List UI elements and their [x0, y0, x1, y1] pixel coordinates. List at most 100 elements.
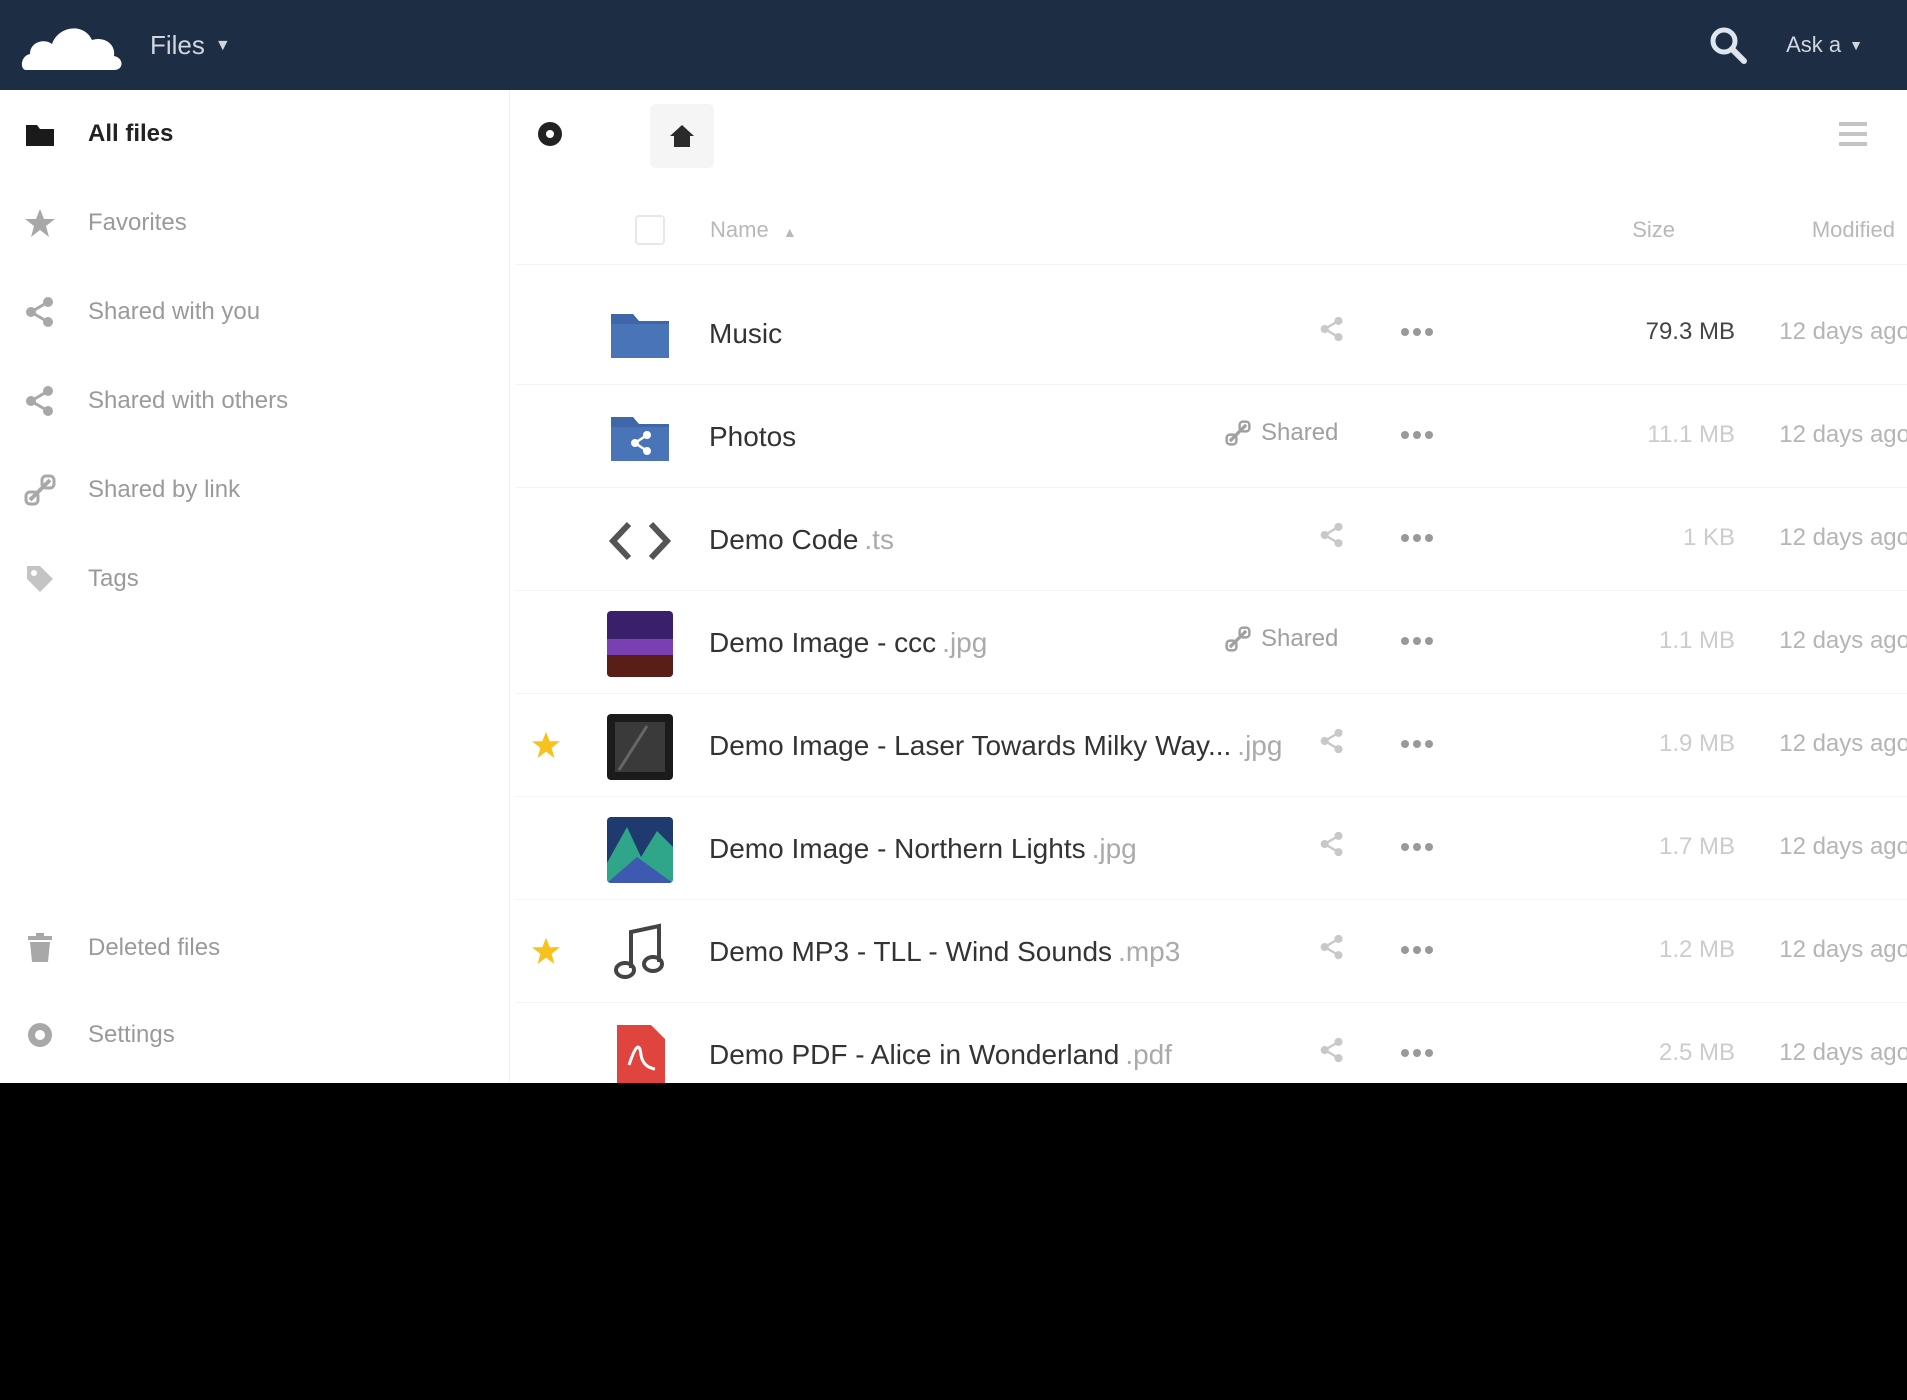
- sidebar-item-label: Shared with others: [88, 387, 289, 414]
- more-actions-icon[interactable]: [1397, 726, 1437, 762]
- file-extension: .ts: [864, 524, 894, 555]
- gear-icon[interactable]: [534, 118, 566, 150]
- file-row[interactable]: Demo Code .ts 1 KB 12 days ago: [515, 488, 1907, 591]
- sidebar-item-tags[interactable]: Tags: [0, 549, 510, 609]
- sidebar-item-shared-by-link[interactable]: Shared by link: [0, 460, 510, 520]
- sidebar-item-all-files[interactable]: All files: [0, 104, 510, 164]
- file-name[interactable]: Demo Image - Laser Towards Milky Way....…: [709, 730, 1282, 762]
- link-icon: [1225, 420, 1251, 446]
- file-row[interactable]: Demo Image - Northern Lights .jpg 1.7 MB 12…: [515, 797, 1907, 900]
- sidebar-item-shared-with-others[interactable]: Shared with others: [0, 371, 510, 431]
- sidebar-item-label: Deleted files: [88, 934, 221, 961]
- app-menu-button[interactable]: Files ▼: [150, 30, 231, 61]
- sidebar-item-label: Shared by link: [88, 476, 241, 503]
- search-icon[interactable]: [1707, 24, 1749, 66]
- sidebar-item-label: Shared with you: [88, 298, 261, 325]
- file-name[interactable]: Demo Image - ccc .jpg: [709, 627, 987, 659]
- sidebar-item-shared-with-you[interactable]: Shared with you: [0, 282, 510, 342]
- file-modified: 12 days ago: [1779, 524, 1907, 551]
- star-icon: [24, 207, 56, 239]
- more-actions-icon[interactable]: [1397, 520, 1437, 556]
- image-dark-thumbnail-icon: [607, 714, 673, 780]
- name-column-header[interactable]: Name ▲: [710, 217, 797, 243]
- sidebar-item-deleted-files[interactable]: Deleted files: [0, 918, 510, 978]
- file-name-text: Photos: [709, 421, 797, 452]
- folder-thumbnail-icon: [607, 302, 673, 368]
- file-name-text: Demo MP3 - TLL - Wind Sounds: [709, 936, 1113, 967]
- image-purple-thumbnail-icon: [607, 611, 673, 677]
- share-icon[interactable]: [1319, 831, 1345, 857]
- share-icon: [24, 385, 56, 417]
- share-icon[interactable]: [1319, 1037, 1345, 1063]
- app-menu-label: Files: [150, 30, 205, 60]
- file-row[interactable]: Demo Image - Laser Towards Milky Way....…: [515, 694, 1907, 797]
- file-row[interactable]: Demo Image - ccc .jpg Shared 1.1 MB 12 days …: [515, 591, 1907, 694]
- files-app: Files ▼ Ask a ▼ All files Favorites Shar…: [0, 0, 1907, 1083]
- file-name-text: Demo Image - Northern Lights: [709, 833, 1086, 864]
- select-all-checkbox[interactable]: [635, 215, 665, 245]
- pdf-thumbnail-icon: [607, 1023, 673, 1083]
- navigation-sidebar: All files Favorites Shared with you Shar…: [0, 90, 510, 1083]
- code-thumbnail-icon: [607, 508, 673, 574]
- audio-thumbnail-icon: [607, 920, 673, 986]
- more-actions-icon[interactable]: [1397, 1035, 1437, 1071]
- file-modified: 12 days ago: [1779, 421, 1907, 448]
- favorite-star-icon[interactable]: [531, 730, 561, 760]
- more-actions-icon[interactable]: [1397, 314, 1437, 350]
- file-name[interactable]: Demo PDF - Alice in Wonderland .pdf: [709, 1039, 1172, 1071]
- file-modified: 12 days ago: [1779, 318, 1907, 345]
- share-icon: [24, 296, 56, 328]
- file-list-header: Name ▲ Size Modified: [515, 195, 1907, 265]
- folder-icon: [24, 118, 56, 150]
- file-name[interactable]: Demo Image - Northern Lights .jpg: [709, 833, 1137, 865]
- link-icon: [1225, 626, 1251, 652]
- file-row[interactable]: Demo PDF - Alice in Wonderland .pdf 2.5 MB…: [515, 1003, 1907, 1083]
- share-button[interactable]: Shared: [1225, 625, 1338, 653]
- user-menu-button[interactable]: Ask a ▼: [1786, 32, 1863, 58]
- more-actions-icon[interactable]: [1397, 829, 1437, 865]
- top-header-bar: Files ▼ Ask a ▼: [0, 0, 1907, 90]
- file-name[interactable]: Music: [709, 318, 788, 350]
- file-row[interactable]: Photos Shared 11.1 MB 12 days ago: [515, 385, 1907, 488]
- file-name[interactable]: Demo Code .ts: [709, 524, 894, 556]
- size-column-header[interactable]: Size: [1535, 217, 1675, 243]
- share-icon[interactable]: [1319, 316, 1345, 342]
- file-extension: .jpg: [942, 627, 988, 658]
- file-row[interactable]: Music 79.3 MB 12 days ago: [515, 282, 1907, 385]
- sidebar-item-settings[interactable]: Settings: [0, 1005, 510, 1065]
- share-button[interactable]: Shared: [1225, 419, 1338, 447]
- file-name-text: Demo PDF - Alice in Wonderland: [709, 1039, 1120, 1070]
- share-icon[interactable]: [1319, 522, 1345, 548]
- share-status-label: Shared: [1261, 419, 1339, 446]
- more-actions-icon[interactable]: [1397, 623, 1437, 659]
- grid-view-toggle-icon[interactable]: [1835, 116, 1871, 152]
- file-name[interactable]: Photos: [709, 421, 802, 453]
- file-row[interactable]: Demo MP3 - TLL - Wind Sounds .mp3 1.2 MB 12…: [515, 900, 1907, 1003]
- tag-icon: [24, 563, 56, 595]
- breadcrumb-home-button[interactable]: [650, 104, 714, 168]
- file-name-text: Demo Code: [709, 524, 859, 555]
- modified-column-header[interactable]: Modified: [1675, 217, 1895, 243]
- name-column-label: Name: [710, 217, 769, 242]
- cloud-logo-icon[interactable]: [18, 12, 128, 78]
- chevron-down-icon: ▼: [1849, 37, 1863, 53]
- more-actions-icon[interactable]: [1397, 932, 1437, 968]
- trash-icon: [24, 932, 56, 964]
- file-name-text: Demo Image - Laser Towards Milky Way...: [709, 730, 1232, 761]
- file-name-text: Music: [709, 318, 783, 349]
- user-menu-label: Ask a: [1786, 32, 1842, 57]
- share-icon[interactable]: [1319, 728, 1345, 754]
- home-icon: [668, 122, 696, 150]
- folder-shared-thumbnail-icon: [607, 405, 673, 471]
- favorite-star-icon[interactable]: [531, 936, 561, 966]
- sidebar-item-label: Tags: [88, 565, 139, 592]
- chevron-down-icon: ▼: [214, 36, 231, 54]
- file-name[interactable]: Demo MP3 - TLL - Wind Sounds .mp3: [709, 936, 1180, 968]
- more-actions-icon[interactable]: [1397, 417, 1437, 453]
- file-extension: .mp3: [1118, 936, 1181, 967]
- file-extension: .jpg: [1091, 833, 1137, 864]
- sidebar-item-favorites[interactable]: Favorites: [0, 193, 510, 253]
- sort-chevron-icon: ▲: [782, 224, 797, 240]
- sidebar-item-label: Favorites: [88, 209, 187, 236]
- share-icon[interactable]: [1319, 934, 1345, 960]
